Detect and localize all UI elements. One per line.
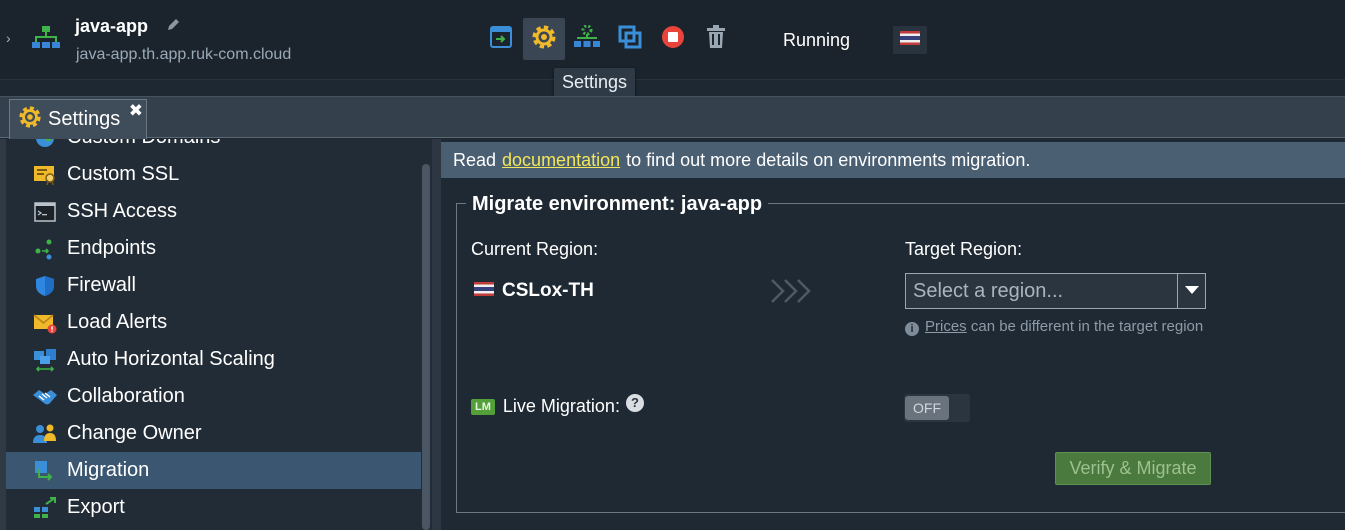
thailand-flag-icon — [474, 281, 494, 301]
sidebar-item-label: Custom Domains — [67, 139, 220, 149]
ssl-certificate-icon — [32, 162, 58, 188]
target-region-placeholder: Select a region... — [913, 280, 1064, 302]
settings-gear-icon — [18, 105, 42, 134]
settings-tooltip: Settings — [554, 68, 636, 97]
migrate-arrows-icon — [770, 278, 814, 309]
change-topology-icon — [574, 24, 600, 54]
info-icon: i — [905, 322, 919, 336]
mail-alert-icon — [32, 310, 58, 336]
info-suffix: to find out more details on environments… — [626, 149, 1031, 170]
sidebar-item-label: Migration — [67, 459, 150, 481]
tab-strip: Settings ✖ — [0, 96, 1345, 139]
shield-icon — [32, 273, 58, 299]
sidebar-item-collaboration[interactable]: Collaboration — [6, 378, 421, 415]
thailand-flag-icon — [900, 30, 920, 50]
settings-gear-icon — [531, 24, 557, 55]
sidebar-item-firewall[interactable]: Firewall — [6, 267, 421, 304]
current-region-value: CSLox-TH — [502, 280, 594, 301]
prices-note: i Prices can be different in the target r… — [905, 318, 1205, 336]
info-banner: Read documentation to find out more deta… — [441, 142, 1345, 178]
endpoints-icon — [32, 236, 58, 262]
prices-link[interactable]: Prices — [925, 318, 967, 335]
sidebar-item-label: Load Alerts — [67, 311, 168, 333]
documentation-link[interactable]: documentation — [502, 150, 620, 171]
info-prefix: Read — [453, 149, 497, 170]
live-migration-row: LM Live Migration: ? — [471, 393, 644, 417]
dropdown-trigger[interactable] — [1177, 274, 1205, 308]
current-region-label: Current Region: — [471, 239, 599, 259]
sidebar-item-label: Change Owner — [67, 422, 202, 444]
expand-chevron-icon[interactable]: › — [6, 30, 11, 46]
terminal-icon — [32, 199, 58, 225]
open-in-browser-button[interactable] — [480, 18, 522, 60]
environment-status: Running — [783, 30, 851, 50]
handshake-icon — [32, 384, 58, 410]
sidebar-item-label: Collaboration — [67, 385, 185, 407]
delete-icon — [705, 24, 727, 54]
sidebar-item-custom-domains[interactable]: Custom Domains — [6, 139, 421, 156]
environment-header: › java-app java-app.th.app.ruk-com.cloud — [0, 0, 1345, 80]
clone-icon — [618, 25, 642, 54]
users-icon — [32, 421, 58, 447]
environment-name: java-app — [75, 16, 149, 36]
verify-migrate-button[interactable]: Verify & Migrate — [1055, 452, 1211, 485]
toggle-state: OFF — [905, 396, 949, 420]
settings-menu: Custom Domains Custom SSL SSH Access End… — [6, 139, 421, 526]
pencil-edit-icon[interactable] — [166, 18, 180, 37]
sidebar-item-load-alerts[interactable]: Load Alerts — [6, 304, 421, 341]
sidebar-item-migration[interactable]: Migration — [6, 452, 421, 489]
sidebar-item-ssh-access[interactable]: SSH Access — [6, 193, 421, 230]
tab-label: Settings — [48, 108, 121, 130]
delete-button[interactable] — [695, 18, 737, 60]
sidebar-scrollbar[interactable] — [422, 164, 430, 530]
sidebar-item-label: SSH Access — [67, 200, 178, 222]
region-flag-button[interactable] — [893, 26, 927, 54]
prices-note-text: can be different in the target region — [970, 318, 1204, 335]
environment-toolbar — [480, 18, 737, 60]
target-region-label: Target Region: — [905, 239, 1023, 259]
tab-settings[interactable]: Settings ✖ — [9, 99, 147, 139]
settings-button[interactable] — [523, 18, 565, 60]
sidebar-item-label: Export — [67, 496, 125, 518]
export-icon — [32, 495, 58, 521]
stop-icon — [661, 25, 685, 54]
chevron-down-icon — [1184, 282, 1199, 300]
live-migration-badge: LM — [471, 398, 495, 415]
environment-topology-icon — [32, 25, 60, 54]
help-icon[interactable]: ? — [625, 393, 644, 412]
sidebar-item-label: Custom SSL — [67, 163, 180, 185]
sidebar-item-change-owner[interactable]: Change Owner — [6, 415, 421, 452]
scaling-icon — [32, 347, 58, 373]
live-migration-toggle[interactable]: OFF — [904, 394, 970, 422]
sidebar-item-export[interactable]: Export — [6, 489, 421, 526]
close-icon[interactable]: ✖ — [129, 101, 143, 121]
migrate-legend: Migrate environment: java-app — [466, 193, 769, 216]
panel-divider[interactable] — [432, 139, 441, 530]
change-topology-button[interactable] — [566, 18, 608, 60]
clone-button[interactable] — [609, 18, 651, 60]
target-region-select[interactable]: Select a region... — [905, 273, 1206, 309]
current-region: CSLox-TH — [474, 280, 594, 302]
sidebar-item-custom-ssl[interactable]: Custom SSL — [6, 156, 421, 193]
settings-sidebar: Custom Domains Custom SSL SSH Access End… — [0, 139, 432, 530]
sidebar-item-auto-horizontal-scaling[interactable]: Auto Horizontal Scaling — [6, 341, 421, 378]
globe-icon — [32, 139, 58, 151]
environment-domain[interactable]: java-app.th.app.ruk-com.cloud — [76, 46, 291, 64]
live-migration-label: Live Migration: — [502, 396, 620, 416]
migration-icon — [32, 458, 58, 484]
sidebar-item-endpoints[interactable]: Endpoints — [6, 230, 421, 267]
sidebar-item-label: Firewall — [67, 274, 136, 296]
open-in-browser-icon — [489, 25, 513, 54]
sidebar-item-label: Endpoints — [67, 237, 156, 259]
stop-button[interactable] — [652, 18, 694, 60]
sidebar-item-label: Auto Horizontal Scaling — [67, 348, 275, 370]
